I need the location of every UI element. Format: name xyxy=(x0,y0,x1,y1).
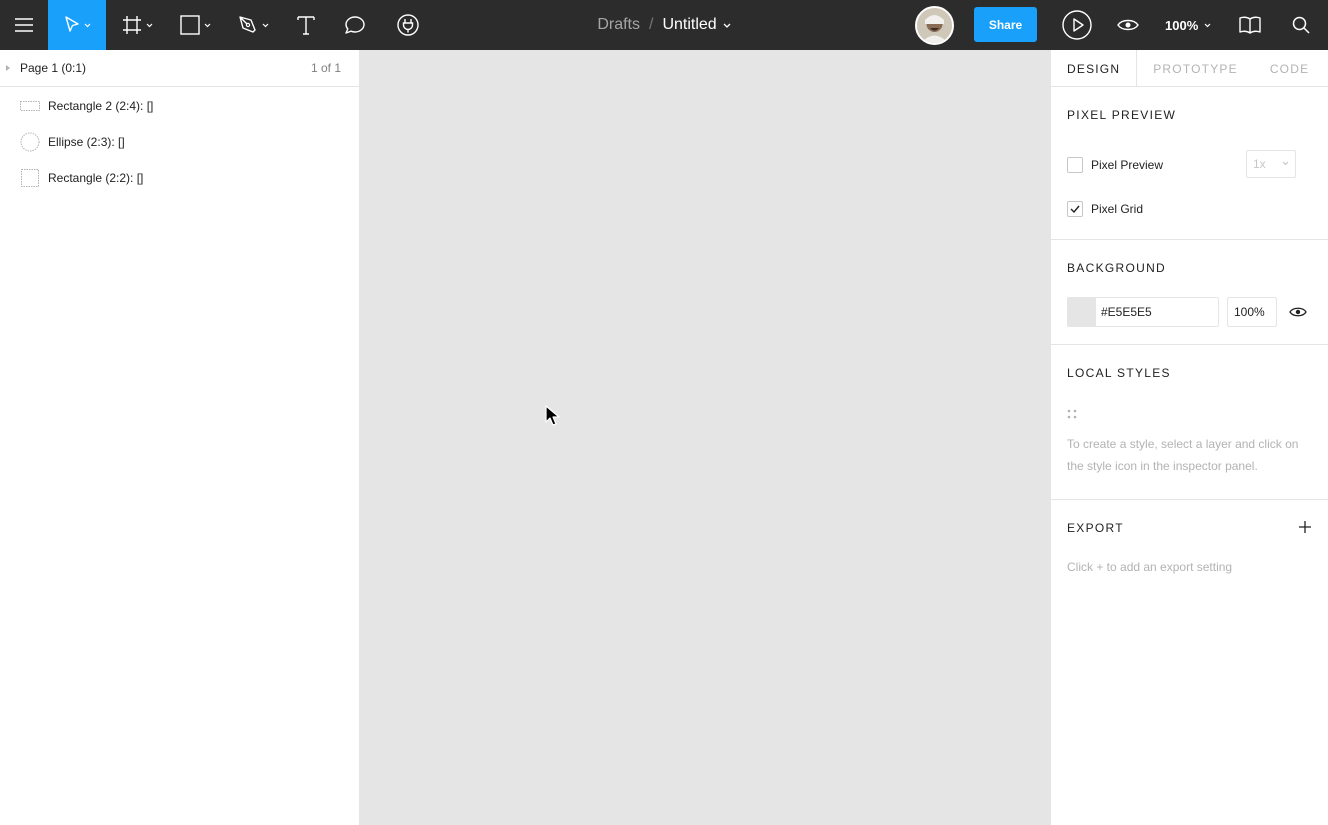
play-icon xyxy=(1062,10,1092,40)
pixel-preview-label: Pixel Preview xyxy=(1091,158,1164,172)
zoom-control[interactable]: 100% xyxy=(1165,0,1211,50)
background-color-swatch[interactable] xyxy=(1068,298,1096,326)
pixel-grid-checkbox[interactable] xyxy=(1067,201,1083,217)
section-title: EXPORT xyxy=(1067,521,1124,535)
layer-item[interactable]: Ellipse (2:3): [] xyxy=(0,124,359,160)
rectangle-tool-button[interactable] xyxy=(170,0,220,50)
rectangle-tool-icon xyxy=(179,15,200,35)
ellipse-icon xyxy=(20,132,40,152)
background-color-field: #E5E5E5 xyxy=(1067,297,1219,327)
plugins-button[interactable] xyxy=(388,0,428,50)
chevron-down-icon xyxy=(1204,23,1211,27)
background-section: BACKGROUND #E5E5E5 100% xyxy=(1051,240,1328,345)
avatar-image xyxy=(917,8,952,43)
plus-icon xyxy=(1299,521,1311,533)
rectangle-wide-icon xyxy=(20,98,40,114)
main-menu-button[interactable] xyxy=(0,0,48,50)
pen-tool-button[interactable] xyxy=(228,0,278,50)
pixel-grid-label: Pixel Grid xyxy=(1091,202,1144,216)
tab-prototype[interactable]: PROTOTYPE xyxy=(1137,50,1254,87)
zoom-level: 100% xyxy=(1165,17,1199,33)
search-button[interactable] xyxy=(1283,0,1319,50)
rectangle-icon xyxy=(20,169,40,187)
file-title[interactable]: Untitled xyxy=(662,16,716,34)
chevron-down-icon xyxy=(204,23,210,27)
frame-tool-icon xyxy=(122,16,141,34)
layers-panel: Page 1 (0:1) 1 of 1 Rectangle 2 (2:4): [… xyxy=(0,50,360,825)
move-tool-icon xyxy=(64,16,79,32)
pixel-preview-section: PIXEL PREVIEW Pixel Preview 1x Pixel Gri… xyxy=(1051,87,1328,240)
library-button[interactable] xyxy=(1232,0,1268,50)
section-title: PIXEL PREVIEW xyxy=(1067,108,1177,122)
text-tool-icon xyxy=(297,16,315,35)
layer-label: Rectangle 2 (2:4): [] xyxy=(48,99,154,113)
inspector-tabs: DESIGN PROTOTYPE CODE xyxy=(1051,50,1328,87)
layer-item[interactable]: Rectangle (2:2): [] xyxy=(0,160,359,196)
chevron-down-icon xyxy=(262,23,268,27)
frame-tool-button[interactable] xyxy=(112,0,162,50)
comment-tool-button[interactable] xyxy=(336,0,374,50)
styles-empty-text: To create a style, select a layer and cl… xyxy=(1067,437,1299,473)
pixel-preview-checkbox[interactable] xyxy=(1067,157,1083,173)
background-hex-input[interactable]: #E5E5E5 xyxy=(1096,298,1218,326)
text-tool-button[interactable] xyxy=(288,0,324,50)
tab-code[interactable]: CODE xyxy=(1254,50,1325,87)
breadcrumb-separator: / xyxy=(648,16,654,33)
chevron-down-icon[interactable] xyxy=(723,23,731,28)
chevron-down-icon xyxy=(84,23,90,27)
section-title: LOCAL STYLES xyxy=(1067,366,1171,380)
share-button[interactable]: Share xyxy=(974,7,1037,42)
pixel-scale-select[interactable]: 1x xyxy=(1246,150,1296,178)
properties-panel: DESIGN PROTOTYPE CODE PIXEL PREVIEW Pixe… xyxy=(1050,50,1328,825)
chevron-down-icon xyxy=(146,23,152,27)
background-row: #E5E5E5 100% xyxy=(1067,296,1312,328)
move-tool-button[interactable] xyxy=(48,0,106,50)
style-grid-icon xyxy=(1067,401,1312,427)
pen-tool-icon xyxy=(238,16,256,33)
hamburger-menu-icon xyxy=(15,18,33,32)
view-button[interactable] xyxy=(1110,0,1146,50)
layer-item[interactable]: Rectangle 2 (2:4): [] xyxy=(0,88,359,124)
pixel-preview-row: Pixel Preview 1x xyxy=(1067,143,1312,187)
caret-right-icon xyxy=(6,65,10,71)
page-name: Page 1 (0:1) xyxy=(20,61,87,75)
mouse-cursor-icon xyxy=(545,405,560,426)
avatar[interactable] xyxy=(915,6,954,45)
plugins-icon xyxy=(397,14,419,36)
eye-icon xyxy=(1289,307,1307,317)
export-section: EXPORT Click + to add an export setting xyxy=(1051,500,1328,578)
library-icon xyxy=(1239,16,1261,34)
layer-label: Ellipse (2:3): [] xyxy=(48,135,125,149)
background-opacity-input[interactable]: 100% xyxy=(1227,297,1277,327)
chevron-down-icon xyxy=(1282,161,1289,166)
layer-label: Rectangle (2:2): [] xyxy=(48,171,144,185)
breadcrumb-project[interactable]: Drafts xyxy=(597,16,640,34)
export-empty-text: Click + to add an export setting xyxy=(1067,560,1233,574)
search-icon xyxy=(1292,16,1310,34)
add-export-button[interactable] xyxy=(1298,520,1312,537)
tab-design[interactable]: DESIGN xyxy=(1051,50,1138,87)
comment-tool-icon xyxy=(345,16,365,34)
canvas[interactable] xyxy=(360,50,1050,825)
present-button[interactable] xyxy=(1058,0,1096,50)
section-title: BACKGROUND xyxy=(1067,261,1167,275)
toolbar: Drafts / Untitled Share 100% xyxy=(0,0,1328,50)
page-selector[interactable]: Page 1 (0:1) 1 of 1 xyxy=(0,50,359,87)
pixel-scale-value: 1x xyxy=(1253,157,1266,171)
checkmark-icon xyxy=(1070,205,1080,213)
local-styles-section: LOCAL STYLES To create a style, select a… xyxy=(1051,345,1328,500)
visibility-toggle[interactable] xyxy=(1289,306,1307,318)
eye-icon xyxy=(1117,19,1139,31)
pixel-grid-row: Pixel Grid xyxy=(1067,187,1312,231)
page-count: 1 of 1 xyxy=(310,61,341,75)
